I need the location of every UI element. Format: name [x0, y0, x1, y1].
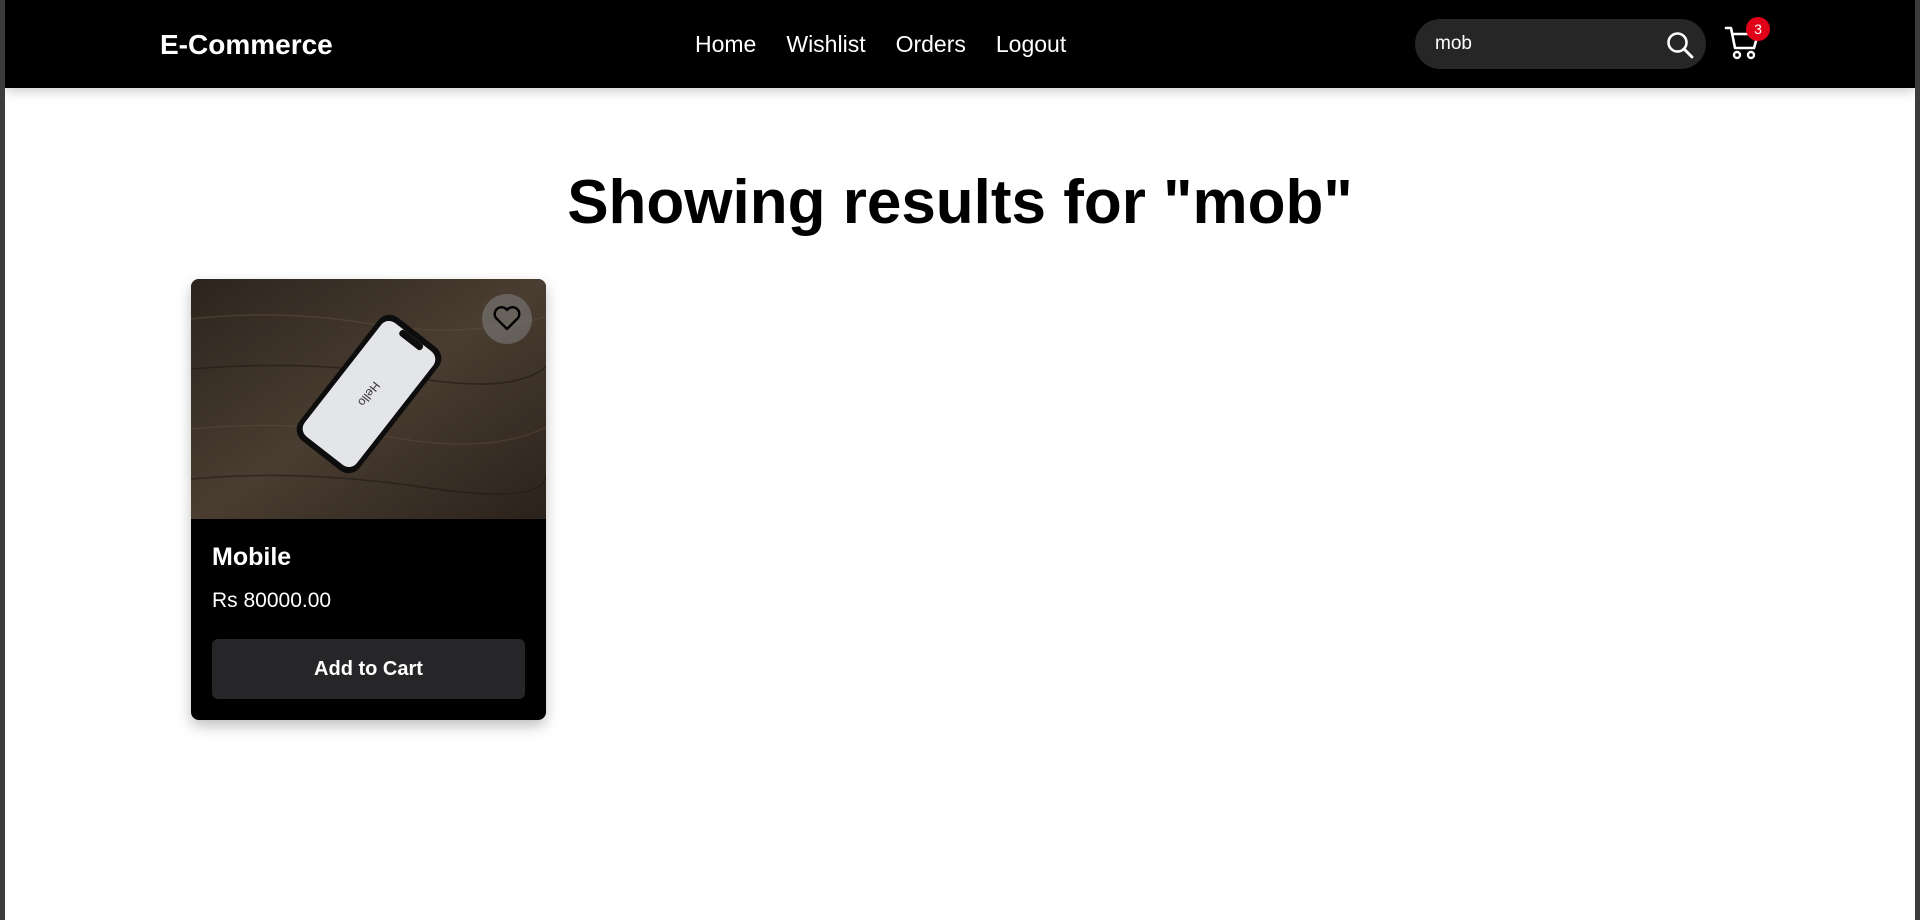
search-icon — [1667, 32, 1694, 59]
page-title: Showing results for "mob" — [567, 168, 1353, 237]
product-name: Mobile — [212, 543, 292, 571]
product-image: Hello — [191, 279, 546, 519]
nav-link-orders[interactable]: Orders — [896, 28, 966, 60]
heart-icon — [493, 306, 521, 331]
nav-link-wishlist[interactable]: Wishlist — [786, 28, 865, 60]
nav-link-logout[interactable]: Logout — [996, 28, 1066, 60]
product-price: Rs 80000.00 — [212, 589, 332, 612]
nav-link-home[interactable]: Home — [695, 28, 756, 60]
search-button[interactable] — [1665, 30, 1695, 60]
app-window: E-Commerce Home Wishlist Orders Logout m… — [5, 0, 1915, 920]
add-to-cart-button[interactable]: Add to Cart — [212, 639, 525, 699]
navbar: E-Commerce Home Wishlist Orders Logout m… — [5, 0, 1915, 88]
search-input[interactable] — [1435, 29, 1655, 59]
wishlist-button[interactable] — [482, 294, 532, 344]
cart-count-badge: 3 — [1746, 17, 1770, 41]
search-bar — [1415, 19, 1706, 69]
product-card: Hello Mobile Rs 80000.00 Add to Cart — [191, 279, 546, 720]
nav-links: Home Wishlist Orders Logout — [695, 28, 1066, 60]
brand-logo[interactable]: E-Commerce — [160, 27, 333, 63]
